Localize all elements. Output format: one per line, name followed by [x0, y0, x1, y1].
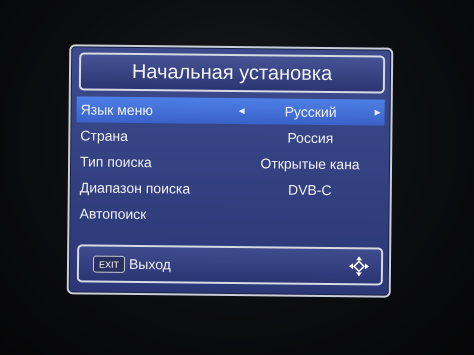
- four-way-navigation-icon: [348, 256, 369, 277]
- menu-item-language[interactable]: Язык меню ◄ Русский ►: [76, 96, 385, 126]
- menu-list: Язык меню ◄ Русский ► Страна Россия Тип …: [75, 96, 385, 229]
- menu-item-label: Страна: [80, 127, 129, 144]
- menu-item-value: DVB-C: [287, 181, 332, 199]
- menu-item-country[interactable]: Страна Россия: [76, 122, 384, 151]
- menu-item-label: Тип поиска: [79, 153, 152, 171]
- menu-item-value: Россия: [287, 129, 334, 147]
- title-bar: Начальная установка: [78, 52, 386, 94]
- initial-setup-dialog: Начальная установка Язык меню ◄ Русский …: [66, 44, 394, 298]
- right-arrow-icon[interactable]: ►: [373, 107, 383, 118]
- footer-bar: EXIT Выход: [76, 244, 384, 286]
- menu-item-search-type[interactable]: Тип поиска Открытые кана: [76, 148, 384, 177]
- menu-item-auto-search[interactable]: Автопоиск: [75, 200, 383, 229]
- exit-key-icon[interactable]: EXIT: [92, 255, 126, 273]
- menu-item-label: Язык меню: [80, 101, 153, 119]
- menu-item-value: Русский: [284, 103, 337, 121]
- menu-item-value: Открытые кана: [260, 155, 360, 173]
- exit-label: Выход: [128, 255, 171, 273]
- dialog-title: Начальная установка: [131, 60, 333, 85]
- menu-item-label: Автопоиск: [79, 205, 147, 223]
- menu-item-label: Диапазон поиска: [79, 179, 191, 197]
- tv-screen: Начальная установка Язык меню ◄ Русский …: [61, 40, 404, 300]
- menu-item-value: [242, 215, 378, 216]
- menu-item-search-range[interactable]: Диапазон поиска DVB-C: [76, 174, 384, 203]
